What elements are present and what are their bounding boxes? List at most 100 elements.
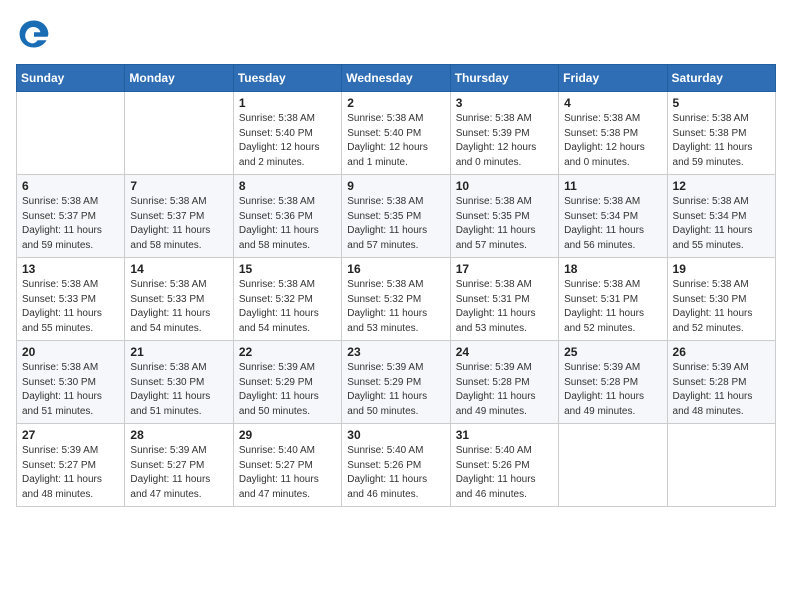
calendar-day-cell: 25 Sunrise: 5:39 AM Sunset: 5:28 PM Dayl… [559, 341, 667, 424]
day-number: 5 [673, 96, 770, 110]
calendar-day-cell: 26 Sunrise: 5:39 AM Sunset: 5:28 PM Dayl… [667, 341, 775, 424]
day-info: Sunrise: 5:39 AM Sunset: 5:28 PM Dayligh… [673, 361, 770, 419]
day-number: 15 [239, 262, 336, 276]
calendar-day-cell: 15 Sunrise: 5:38 AM Sunset: 5:32 PM Dayl… [233, 258, 341, 341]
calendar-day-cell: 30 Sunrise: 5:40 AM Sunset: 5:26 PM Dayl… [342, 424, 450, 507]
logo-icon [16, 16, 52, 52]
calendar-day-cell: 4 Sunrise: 5:38 AM Sunset: 5:38 PM Dayli… [559, 92, 667, 175]
calendar-day-cell: 13 Sunrise: 5:38 AM Sunset: 5:33 PM Dayl… [17, 258, 125, 341]
day-number: 11 [564, 179, 661, 193]
calendar-day-cell: 1 Sunrise: 5:38 AM Sunset: 5:40 PM Dayli… [233, 92, 341, 175]
day-number: 1 [239, 96, 336, 110]
day-info: Sunrise: 5:38 AM Sunset: 5:37 PM Dayligh… [22, 195, 119, 253]
day-info: Sunrise: 5:39 AM Sunset: 5:27 PM Dayligh… [22, 444, 119, 502]
day-number: 24 [456, 345, 553, 359]
day-info: Sunrise: 5:38 AM Sunset: 5:33 PM Dayligh… [130, 278, 227, 336]
weekday-header: Wednesday [342, 65, 450, 92]
day-number: 19 [673, 262, 770, 276]
day-number: 2 [347, 96, 444, 110]
calendar-day-cell: 9 Sunrise: 5:38 AM Sunset: 5:35 PM Dayli… [342, 175, 450, 258]
day-number: 27 [22, 428, 119, 442]
day-number: 28 [130, 428, 227, 442]
calendar-day-cell: 22 Sunrise: 5:39 AM Sunset: 5:29 PM Dayl… [233, 341, 341, 424]
day-number: 3 [456, 96, 553, 110]
day-number: 20 [22, 345, 119, 359]
weekday-header: Saturday [667, 65, 775, 92]
calendar-day-cell [125, 92, 233, 175]
calendar-day-cell: 29 Sunrise: 5:40 AM Sunset: 5:27 PM Dayl… [233, 424, 341, 507]
calendar-week-row: 20 Sunrise: 5:38 AM Sunset: 5:30 PM Dayl… [17, 341, 776, 424]
calendar-week-row: 13 Sunrise: 5:38 AM Sunset: 5:33 PM Dayl… [17, 258, 776, 341]
day-info: Sunrise: 5:39 AM Sunset: 5:27 PM Dayligh… [130, 444, 227, 502]
day-number: 21 [130, 345, 227, 359]
calendar-day-cell: 6 Sunrise: 5:38 AM Sunset: 5:37 PM Dayli… [17, 175, 125, 258]
day-info: Sunrise: 5:38 AM Sunset: 5:31 PM Dayligh… [564, 278, 661, 336]
day-number: 31 [456, 428, 553, 442]
calendar-day-cell: 11 Sunrise: 5:38 AM Sunset: 5:34 PM Dayl… [559, 175, 667, 258]
weekday-header: Sunday [17, 65, 125, 92]
calendar-day-cell: 24 Sunrise: 5:39 AM Sunset: 5:28 PM Dayl… [450, 341, 558, 424]
day-info: Sunrise: 5:38 AM Sunset: 5:30 PM Dayligh… [673, 278, 770, 336]
day-info: Sunrise: 5:40 AM Sunset: 5:26 PM Dayligh… [347, 444, 444, 502]
day-info: Sunrise: 5:38 AM Sunset: 5:37 PM Dayligh… [130, 195, 227, 253]
weekday-header-row: SundayMondayTuesdayWednesdayThursdayFrid… [17, 65, 776, 92]
day-number: 14 [130, 262, 227, 276]
day-info: Sunrise: 5:39 AM Sunset: 5:28 PM Dayligh… [456, 361, 553, 419]
calendar-day-cell: 7 Sunrise: 5:38 AM Sunset: 5:37 PM Dayli… [125, 175, 233, 258]
day-info: Sunrise: 5:39 AM Sunset: 5:29 PM Dayligh… [239, 361, 336, 419]
day-info: Sunrise: 5:38 AM Sunset: 5:34 PM Dayligh… [564, 195, 661, 253]
day-info: Sunrise: 5:38 AM Sunset: 5:38 PM Dayligh… [564, 112, 661, 170]
calendar-day-cell [17, 92, 125, 175]
calendar-day-cell: 5 Sunrise: 5:38 AM Sunset: 5:38 PM Dayli… [667, 92, 775, 175]
calendar-day-cell [559, 424, 667, 507]
day-number: 18 [564, 262, 661, 276]
day-info: Sunrise: 5:38 AM Sunset: 5:39 PM Dayligh… [456, 112, 553, 170]
calendar-day-cell: 14 Sunrise: 5:38 AM Sunset: 5:33 PM Dayl… [125, 258, 233, 341]
calendar-week-row: 27 Sunrise: 5:39 AM Sunset: 5:27 PM Dayl… [17, 424, 776, 507]
day-info: Sunrise: 5:38 AM Sunset: 5:30 PM Dayligh… [130, 361, 227, 419]
day-info: Sunrise: 5:38 AM Sunset: 5:30 PM Dayligh… [22, 361, 119, 419]
day-info: Sunrise: 5:38 AM Sunset: 5:38 PM Dayligh… [673, 112, 770, 170]
calendar-day-cell: 12 Sunrise: 5:38 AM Sunset: 5:34 PM Dayl… [667, 175, 775, 258]
calendar-day-cell: 21 Sunrise: 5:38 AM Sunset: 5:30 PM Dayl… [125, 341, 233, 424]
day-info: Sunrise: 5:39 AM Sunset: 5:29 PM Dayligh… [347, 361, 444, 419]
calendar-day-cell [667, 424, 775, 507]
day-info: Sunrise: 5:38 AM Sunset: 5:40 PM Dayligh… [239, 112, 336, 170]
day-info: Sunrise: 5:40 AM Sunset: 5:27 PM Dayligh… [239, 444, 336, 502]
calendar-week-row: 6 Sunrise: 5:38 AM Sunset: 5:37 PM Dayli… [17, 175, 776, 258]
day-number: 8 [239, 179, 336, 193]
day-info: Sunrise: 5:40 AM Sunset: 5:26 PM Dayligh… [456, 444, 553, 502]
day-number: 9 [347, 179, 444, 193]
calendar-day-cell: 19 Sunrise: 5:38 AM Sunset: 5:30 PM Dayl… [667, 258, 775, 341]
calendar-day-cell: 3 Sunrise: 5:38 AM Sunset: 5:39 PM Dayli… [450, 92, 558, 175]
day-number: 10 [456, 179, 553, 193]
day-number: 26 [673, 345, 770, 359]
day-number: 6 [22, 179, 119, 193]
day-number: 7 [130, 179, 227, 193]
day-number: 4 [564, 96, 661, 110]
day-number: 13 [22, 262, 119, 276]
calendar-day-cell: 17 Sunrise: 5:38 AM Sunset: 5:31 PM Dayl… [450, 258, 558, 341]
day-number: 25 [564, 345, 661, 359]
day-info: Sunrise: 5:38 AM Sunset: 5:36 PM Dayligh… [239, 195, 336, 253]
day-number: 22 [239, 345, 336, 359]
day-number: 12 [673, 179, 770, 193]
calendar-table: SundayMondayTuesdayWednesdayThursdayFrid… [16, 64, 776, 507]
day-info: Sunrise: 5:38 AM Sunset: 5:32 PM Dayligh… [239, 278, 336, 336]
calendar-day-cell: 18 Sunrise: 5:38 AM Sunset: 5:31 PM Dayl… [559, 258, 667, 341]
day-number: 23 [347, 345, 444, 359]
day-info: Sunrise: 5:38 AM Sunset: 5:32 PM Dayligh… [347, 278, 444, 336]
day-number: 17 [456, 262, 553, 276]
calendar-day-cell: 31 Sunrise: 5:40 AM Sunset: 5:26 PM Dayl… [450, 424, 558, 507]
calendar-day-cell: 10 Sunrise: 5:38 AM Sunset: 5:35 PM Dayl… [450, 175, 558, 258]
day-info: Sunrise: 5:38 AM Sunset: 5:40 PM Dayligh… [347, 112, 444, 170]
day-info: Sunrise: 5:38 AM Sunset: 5:34 PM Dayligh… [673, 195, 770, 253]
day-info: Sunrise: 5:39 AM Sunset: 5:28 PM Dayligh… [564, 361, 661, 419]
calendar-day-cell: 16 Sunrise: 5:38 AM Sunset: 5:32 PM Dayl… [342, 258, 450, 341]
calendar-day-cell: 2 Sunrise: 5:38 AM Sunset: 5:40 PM Dayli… [342, 92, 450, 175]
page-header [16, 16, 776, 52]
weekday-header: Thursday [450, 65, 558, 92]
day-number: 30 [347, 428, 444, 442]
weekday-header: Tuesday [233, 65, 341, 92]
calendar-day-cell: 28 Sunrise: 5:39 AM Sunset: 5:27 PM Dayl… [125, 424, 233, 507]
